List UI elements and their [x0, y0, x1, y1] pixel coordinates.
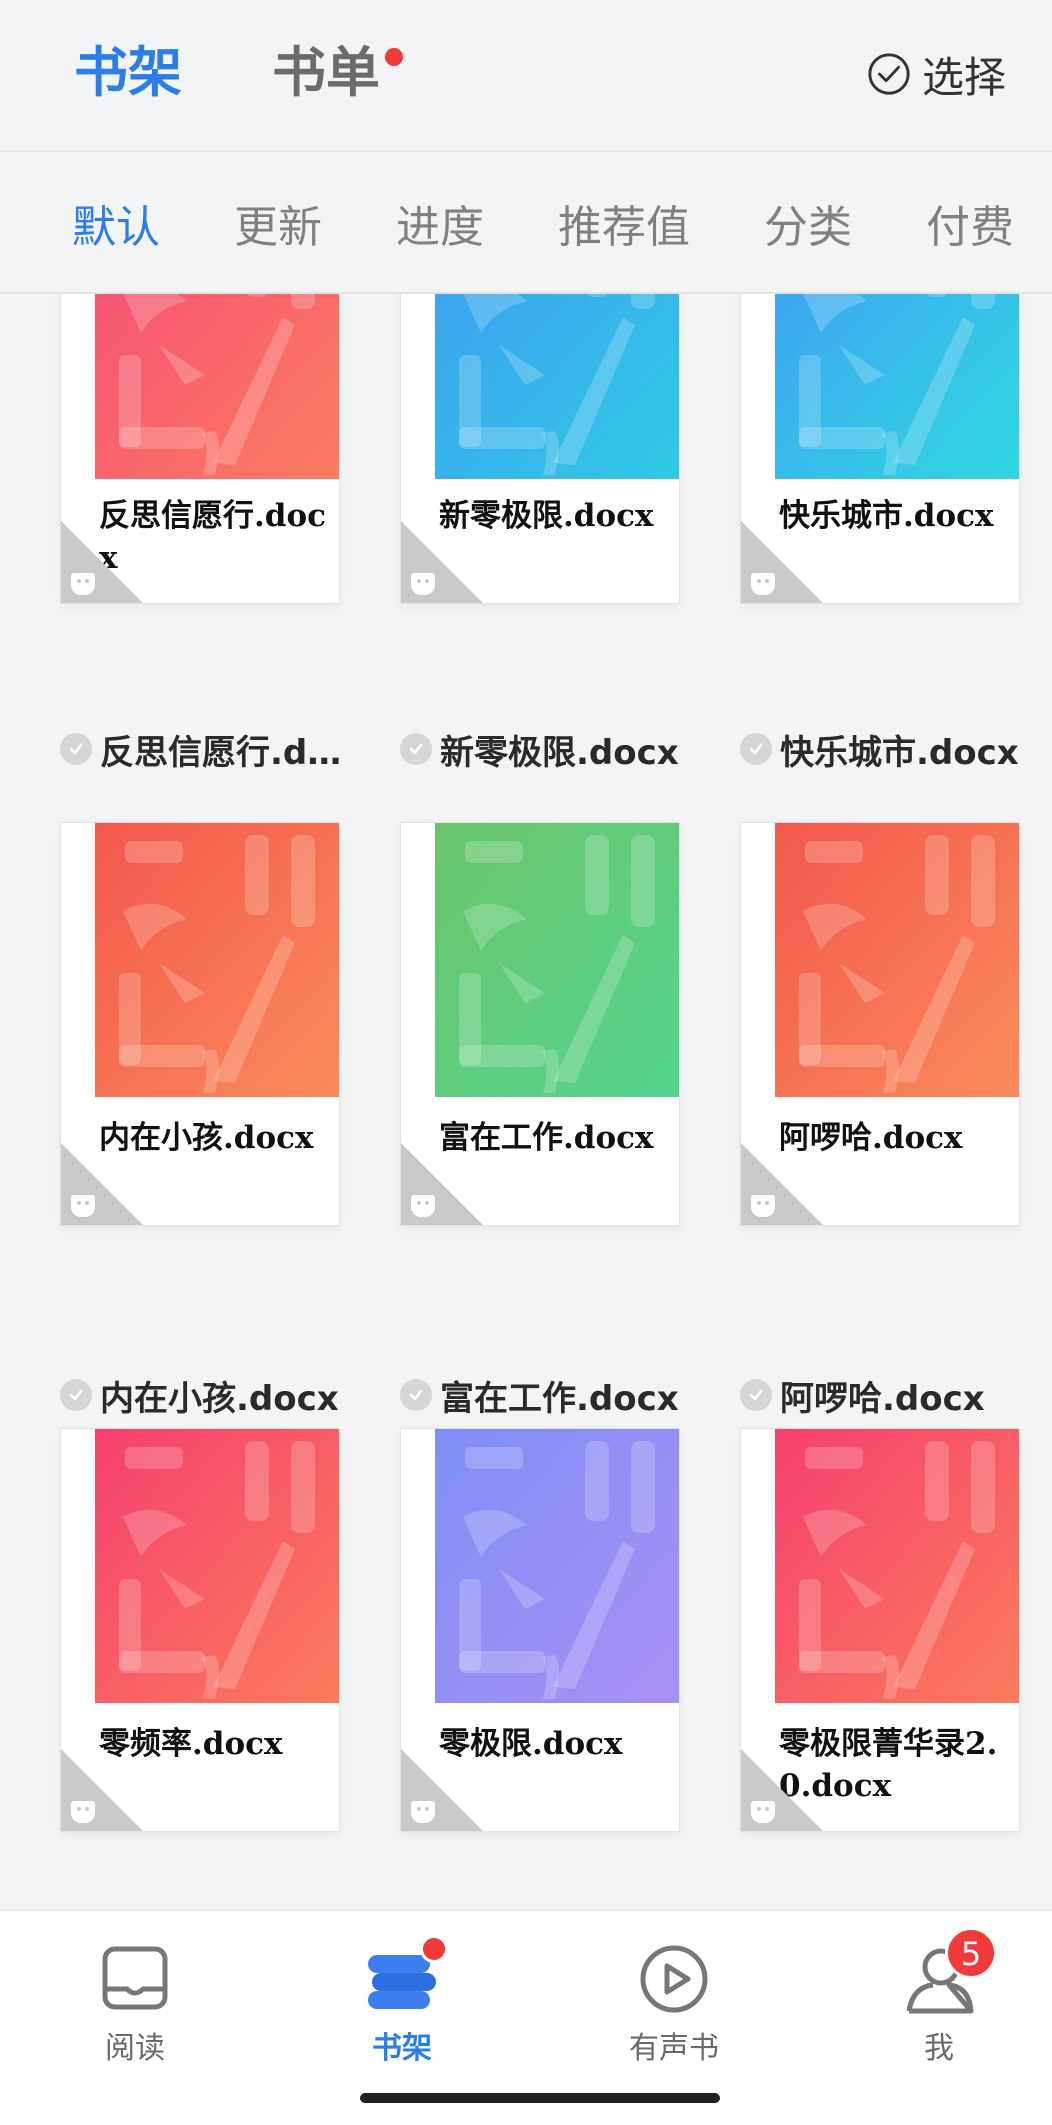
- cover-art: [95, 294, 339, 479]
- select-check-icon[interactable]: [740, 1379, 772, 1411]
- book-caption[interactable]: 快乐城市.docx: [740, 724, 1030, 774]
- book-cover[interactable]: 富在工作.docx: [400, 822, 680, 1226]
- sort-tab-updated[interactable]: 更新: [234, 200, 322, 256]
- bottom-navigation: 阅读 书架 有声书 5 我: [0, 1910, 1052, 2125]
- play-icon: [640, 1945, 708, 2013]
- sort-tab-recommend[interactable]: 推荐值: [558, 200, 690, 256]
- cover-art: [95, 1429, 339, 1703]
- select-label: 选择: [921, 52, 1006, 102]
- book-cover[interactable]: 反思信愿行.docx: [60, 294, 340, 604]
- book-title: 新零极限.docx: [440, 732, 679, 773]
- reader-icon: [102, 1946, 168, 2010]
- doc-face-icon: [71, 1195, 95, 1217]
- sort-tab-paid[interactable]: 付费: [926, 200, 1014, 256]
- bookshelf-notification-dot: [420, 1935, 448, 1963]
- book-caption[interactable]: 阿啰哈.docx: [740, 1370, 1030, 1420]
- book-cover[interactable]: 零极限菁华录2.0.docx: [740, 1428, 1020, 1832]
- book-cover[interactable]: 零频率.docx: [60, 1428, 340, 1832]
- book-caption[interactable]: 反思信愿行.d...: [60, 724, 350, 774]
- select-check-icon[interactable]: [740, 733, 772, 765]
- book-caption[interactable]: 新零极限.docx: [400, 724, 690, 774]
- nav-audiobook[interactable]: 有声书: [594, 1941, 754, 2081]
- top-header: 书架 书单 选择: [0, 0, 1052, 150]
- cover-art: [775, 294, 1019, 479]
- nav-label-reader: 阅读: [105, 2031, 165, 2066]
- nav-label-bookshelf: 书架: [372, 2031, 432, 2066]
- book-cover[interactable]: 零极限.docx: [400, 1428, 680, 1832]
- nav-reader[interactable]: 阅读: [55, 1941, 215, 2081]
- tab-bookshelf[interactable]: 书架: [74, 38, 182, 108]
- book-title: 富在工作.docx: [440, 1378, 679, 1419]
- select-check-icon[interactable]: [400, 1379, 432, 1411]
- select-check-icon[interactable]: [60, 733, 92, 765]
- book-title: 阿啰哈.docx: [780, 1378, 985, 1419]
- doc-face-icon: [411, 1801, 435, 1823]
- cover-art: [775, 1429, 1019, 1703]
- tab-booklist[interactable]: 书单: [272, 38, 380, 108]
- select-check-icon[interactable]: [60, 1379, 92, 1411]
- doc-face-icon: [411, 1195, 435, 1217]
- nav-profile[interactable]: 5 我: [859, 1927, 1019, 2081]
- book-title: 快乐城市.docx: [780, 732, 1019, 773]
- sort-tabs: 默认 更新 进度 推荐值 分类 付费: [0, 150, 1052, 294]
- book-caption[interactable]: 内在小孩.docx: [60, 1370, 350, 1420]
- nav-label-profile: 我: [924, 2031, 954, 2066]
- book-caption[interactable]: 富在工作.docx: [400, 1370, 690, 1420]
- cover-art: [435, 823, 679, 1097]
- nav-bookshelf[interactable]: 书架: [322, 1935, 482, 2081]
- doc-face-icon: [751, 1801, 775, 1823]
- book-cover[interactable]: 内在小孩.docx: [60, 822, 340, 1226]
- book-title: 内在小孩.docx: [100, 1378, 339, 1419]
- doc-face-icon: [751, 1195, 775, 1217]
- book-cover[interactable]: 新零极限.docx: [400, 294, 680, 604]
- home-indicator: [360, 2093, 720, 2103]
- select-check-icon[interactable]: [400, 733, 432, 765]
- doc-face-icon: [71, 1801, 95, 1823]
- cover-art: [95, 823, 339, 1097]
- doc-face-icon: [71, 573, 95, 595]
- cover-art: [435, 294, 679, 479]
- doc-face-icon: [411, 573, 435, 595]
- cover-art: [435, 1429, 679, 1703]
- check-circle-icon: [868, 53, 910, 95]
- book-cover[interactable]: 阿啰哈.docx: [740, 822, 1020, 1226]
- sort-tab-default[interactable]: 默认: [72, 200, 160, 256]
- sort-tab-progress[interactable]: 进度: [396, 200, 484, 256]
- doc-face-icon: [751, 573, 775, 595]
- bookshelf-grid: 反思信愿行.docx 反思信愿行.d... 新零极限.docx 新零极限.docx 快乐…: [0, 294, 1052, 1910]
- sort-tab-category[interactable]: 分类: [764, 200, 852, 256]
- profile-badge: 5: [945, 1927, 997, 1979]
- cover-art: [775, 823, 1019, 1097]
- select-button[interactable]: 选择: [866, 46, 1006, 102]
- book-title: 反思信愿行.d...: [100, 732, 345, 773]
- book-cover[interactable]: 快乐城市.docx: [740, 294, 1020, 604]
- booklist-notification-dot: [385, 48, 403, 66]
- nav-label-audiobook: 有声书: [629, 2031, 719, 2066]
